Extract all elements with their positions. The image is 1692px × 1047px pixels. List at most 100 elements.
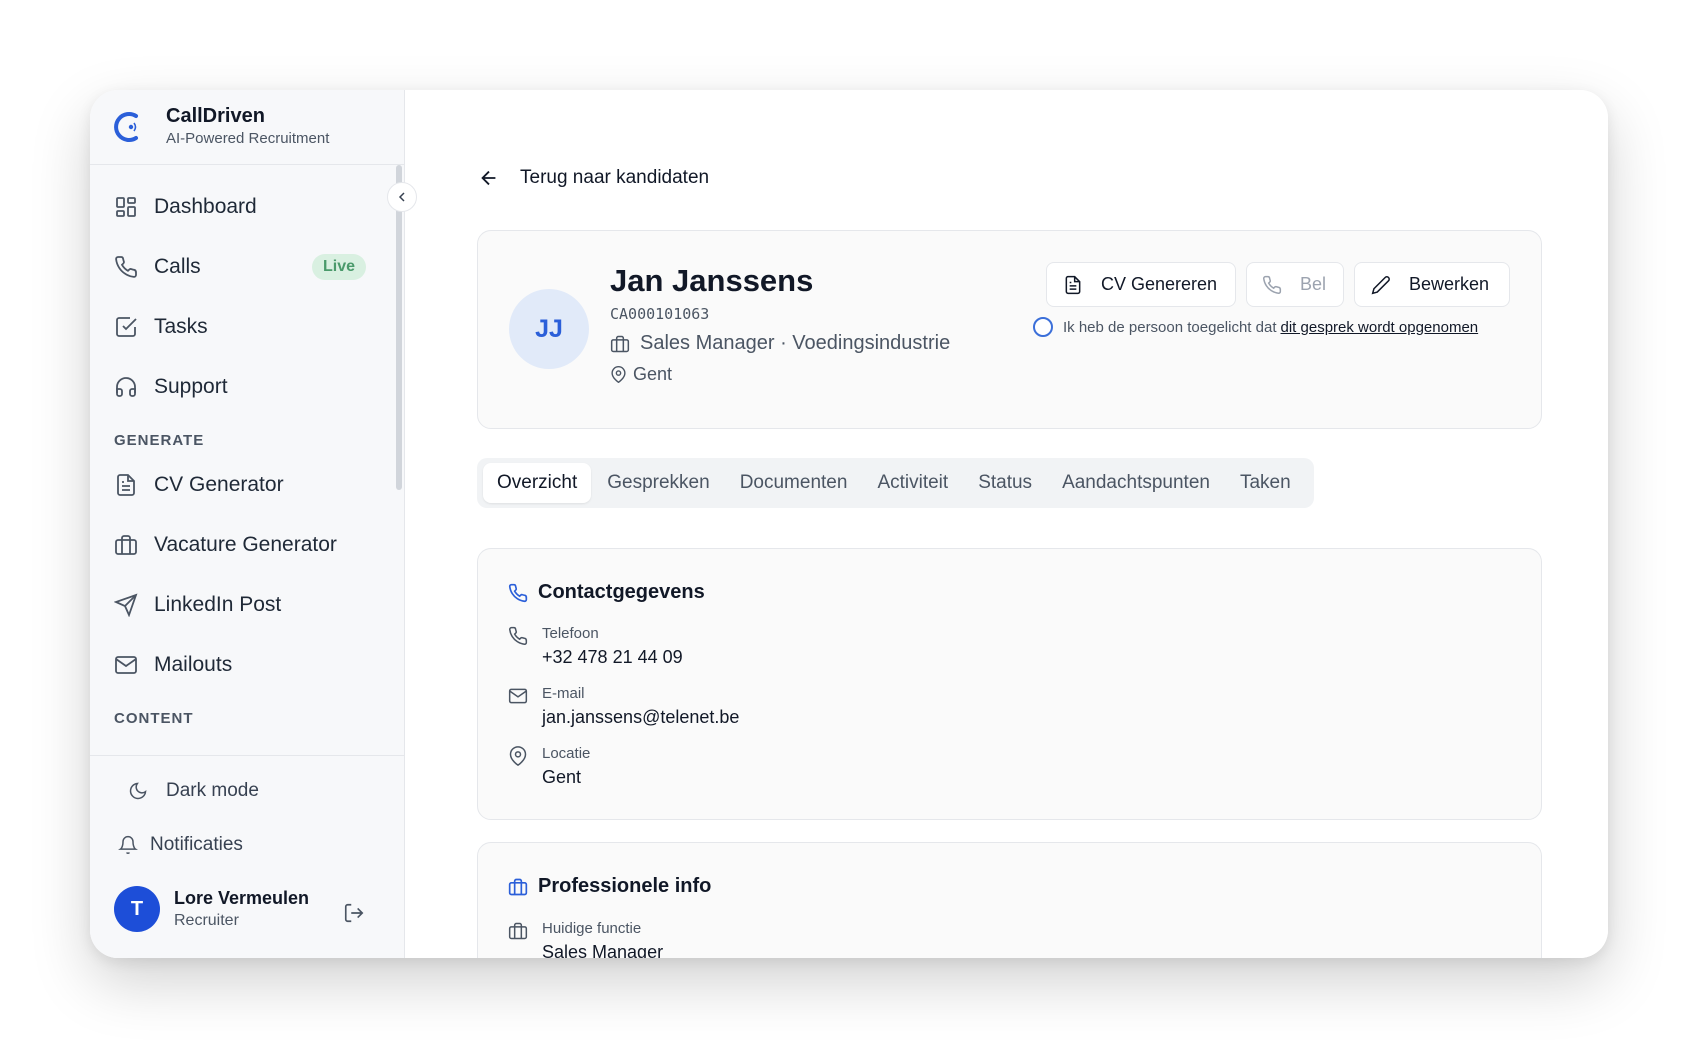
candidate-tabs: Overzicht Gesprekken Documenten Activite… <box>477 458 1314 508</box>
back-link[interactable]: Terug naar kandidaten <box>478 167 709 189</box>
calldriven-logo-icon <box>114 112 138 142</box>
main-content: Terug naar kandidaten JJ Jan Janssens CA… <box>405 90 1608 958</box>
brand-name: CallDriven <box>166 105 265 127</box>
briefcase-icon <box>508 877 528 897</box>
section-title-content: CONTENT <box>114 709 194 727</box>
dark-mode-label: Dark mode <box>166 780 259 801</box>
consent-text: Ik heb de persoon toegelicht dat <box>1063 318 1277 336</box>
professional-title: Professionele info <box>508 875 711 898</box>
tab-aandachtspunten[interactable]: Aandachtspunten <box>1048 463 1224 503</box>
candidate-avatar: JJ <box>509 289 589 369</box>
sidebar-footer: Dark mode Notificaties T Lore Vermeulen … <box>90 755 404 958</box>
sidebar: CallDriven AI-Powered Recruitment Dashbo… <box>90 90 417 958</box>
phone-icon <box>508 583 528 603</box>
sidebar-item-calls[interactable]: Calls Live <box>90 237 404 297</box>
contact-title-text: Contactgegevens <box>538 581 705 603</box>
sidebar-item-label: LinkedIn Post <box>154 593 282 616</box>
map-pin-icon <box>508 746 528 766</box>
candidate-role: Sales Manager · Voedingsindustrie <box>610 332 950 355</box>
dark-mode-toggle[interactable]: Dark mode <box>128 780 259 802</box>
sidebar-item-label: Vacature Generator <box>154 533 337 556</box>
chevron-left-icon <box>394 189 410 205</box>
call-button[interactable]: Bel <box>1246 262 1344 307</box>
avatar: T <box>114 886 160 932</box>
app-window: CallDriven AI-Powered Recruitment Dashbo… <box>90 90 1608 958</box>
candidate-id: CA000101063 <box>610 305 710 323</box>
email-value[interactable]: jan.janssens@telenet.be <box>542 704 739 730</box>
call-label: Bel <box>1300 274 1327 294</box>
collapse-sidebar-button[interactable] <box>387 182 417 212</box>
candidate-role-text: Sales Manager · Voedingsindustrie <box>640 332 951 354</box>
function-value: Sales Manager <box>542 942 664 958</box>
consent-link[interactable]: dit gesprek wordt opgenomen <box>1281 319 1479 336</box>
tab-activiteit[interactable]: Activiteit <box>863 463 962 503</box>
sidebar-item-cv-generator[interactable]: CV Generator <box>90 455 404 515</box>
moon-icon <box>128 781 148 801</box>
tab-overzicht[interactable]: Overzicht <box>483 463 592 503</box>
candidate-name: Jan Janssens <box>610 263 814 298</box>
briefcase-icon <box>610 334 630 354</box>
briefcase-icon <box>508 921 528 941</box>
sidebar-scrollbar[interactable] <box>396 165 402 490</box>
sidebar-item-linkedin-post[interactable]: LinkedIn Post <box>90 575 404 635</box>
user-profile[interactable]: T Lore Vermeulen Recruiter <box>114 886 309 932</box>
check-square-icon <box>114 315 138 339</box>
send-icon <box>114 593 138 617</box>
mail-icon <box>508 686 528 706</box>
pencil-icon <box>1371 275 1391 295</box>
arrow-left-icon <box>478 167 500 189</box>
phone-label: Telefoon <box>542 625 599 642</box>
function-label: Huidige functie <box>542 920 642 937</box>
notifications-label: Notificaties <box>150 834 243 855</box>
tab-gesprekken[interactable]: Gesprekken <box>593 463 723 503</box>
mail-icon <box>114 653 138 677</box>
briefcase-icon <box>114 533 138 557</box>
brand[interactable]: CallDriven AI-Powered Recruitment <box>90 90 404 165</box>
logout-icon[interactable] <box>343 902 365 924</box>
bell-icon <box>118 835 138 855</box>
professional-info-card: Professionele info Huidige functie Sales… <box>477 842 1542 958</box>
email-field: E-mail jan.janssens@telenet.be <box>508 684 739 730</box>
back-label: Terug naar kandidaten <box>520 167 710 188</box>
section-title-generate: GENERATE <box>114 431 205 449</box>
consent-radio[interactable] <box>1033 317 1053 337</box>
location-field: Locatie Gent <box>508 744 590 790</box>
function-field: Huidige functie Sales Manager <box>508 919 663 958</box>
phone-value[interactable]: +32 478 21 44 09 <box>542 644 683 670</box>
candidate-header-card: JJ Jan Janssens CA000101063 Sales Manage… <box>477 230 1542 429</box>
headphones-icon <box>114 375 138 399</box>
tab-status[interactable]: Status <box>964 463 1046 503</box>
brand-tagline: AI-Powered Recruitment <box>166 130 330 147</box>
contact-title: Contactgegevens <box>508 581 705 604</box>
tab-taken[interactable]: Taken <box>1226 463 1305 503</box>
cv-generate-label: CV Genereren <box>1101 274 1218 294</box>
contact-card: Contactgegevens Telefoon +32 478 21 44 0… <box>477 548 1542 820</box>
dashboard-icon <box>114 195 138 219</box>
edit-button[interactable]: Bewerken <box>1354 262 1510 307</box>
notifications-button[interactable]: Notificaties <box>118 834 243 856</box>
sidebar-item-label: CV Generator <box>154 473 284 496</box>
main-nav: Dashboard Calls Live Tasks Support GENER… <box>90 165 404 733</box>
sidebar-item-vacature-generator[interactable]: Vacature Generator <box>90 515 404 575</box>
sidebar-item-dashboard[interactable]: Dashboard <box>90 177 404 237</box>
candidate-location: Gent <box>610 364 672 385</box>
sidebar-item-label: Support <box>154 375 228 398</box>
phone-icon <box>1262 275 1282 295</box>
sidebar-item-mailouts[interactable]: Mailouts <box>90 635 404 695</box>
sidebar-item-label: Dashboard <box>154 195 257 218</box>
candidate-location-text: Gent <box>633 364 673 384</box>
professional-title-text: Professionele info <box>538 875 712 897</box>
phone-icon <box>508 626 528 646</box>
sidebar-item-tasks[interactable]: Tasks <box>90 297 404 357</box>
phone-icon <box>114 255 138 279</box>
location-label: Locatie <box>542 745 591 762</box>
sidebar-item-label: Calls <box>154 255 201 278</box>
map-pin-icon <box>610 366 627 383</box>
cv-generate-button[interactable]: CV Genereren <box>1046 262 1236 307</box>
sidebar-item-support[interactable]: Support <box>90 357 404 417</box>
email-label: E-mail <box>542 685 585 702</box>
edit-label: Bewerken <box>1409 274 1490 294</box>
tab-documenten[interactable]: Documenten <box>726 463 862 503</box>
recording-consent[interactable]: Ik heb de persoon toegelicht dat dit ges… <box>1033 317 1478 337</box>
user-name: Lore Vermeulen <box>174 888 310 908</box>
